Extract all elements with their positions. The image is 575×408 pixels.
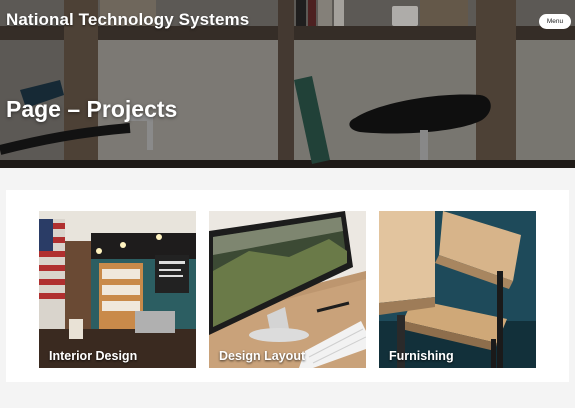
project-card-interior-design[interactable]: Interior Design (39, 211, 196, 368)
project-card-design-layout[interactable]: Design Layout (209, 211, 366, 368)
project-card-furnishing[interactable]: Furnishing (379, 211, 536, 368)
hero-banner: National Technology Systems Menu Page – … (0, 0, 575, 168)
design-layout-image (209, 211, 366, 368)
project-card-label: Interior Design (49, 349, 138, 363)
interior-design-image (39, 211, 196, 368)
projects-grid: Interior Design Design Layout Furnishing (39, 211, 536, 368)
menu-button[interactable]: Menu (539, 14, 571, 29)
furnishing-image (379, 211, 536, 368)
site-title[interactable]: National Technology Systems (6, 10, 249, 30)
project-card-label: Design Layout (219, 349, 306, 363)
projects-section: Interior Design Design Layout Furnishing (6, 190, 569, 382)
project-card-label: Furnishing (389, 349, 454, 363)
page-title: Page – Projects (6, 96, 178, 122)
